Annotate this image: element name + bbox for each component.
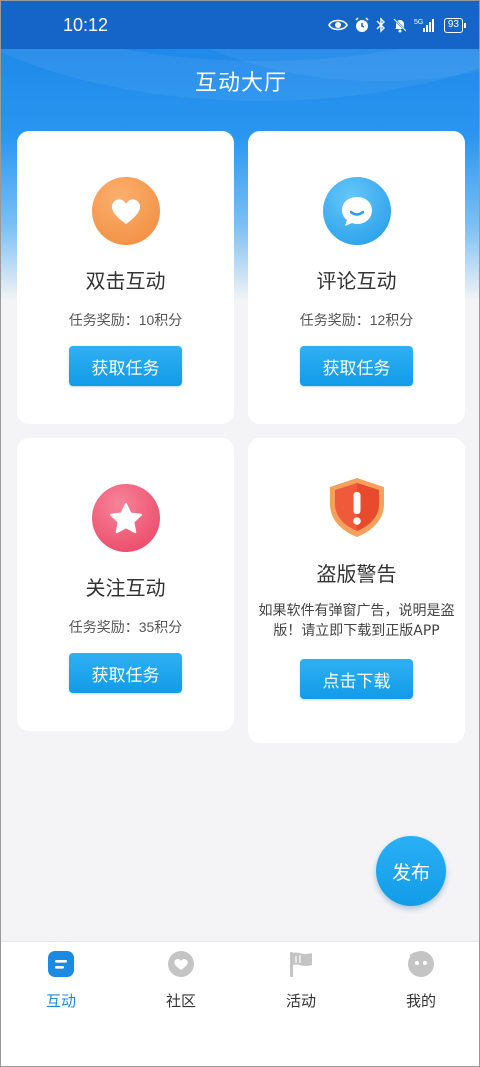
card-title: 评论互动 bbox=[316, 269, 397, 293]
page-title: 互动大厅 bbox=[194, 71, 287, 96]
tab-label: 我的 bbox=[405, 992, 436, 1010]
get-task-button[interactable]: 获取任务 bbox=[69, 653, 182, 693]
chat-bubble-icon bbox=[322, 177, 391, 245]
card-title: 关注互动 bbox=[85, 576, 166, 600]
alarm-icon bbox=[354, 17, 370, 33]
svg-text:5G: 5G bbox=[414, 19, 423, 26]
card-reward: 任务奖励：35积分 bbox=[68, 619, 183, 635]
card-reward: 任务奖励：12积分 bbox=[299, 312, 414, 328]
download-button[interactable]: 点击下载 bbox=[300, 659, 413, 699]
tab-label: 互动 bbox=[45, 992, 76, 1010]
warning-text: 如果软件有弹窗广告，说明是盗版！请立即下载到正版APP bbox=[258, 603, 455, 639]
bluetooth-icon bbox=[376, 17, 386, 33]
app-screen: 10:12 5G 93 互动大厅 双击互动 任务奖励：10积分 获取任务 评论互… bbox=[0, 0, 480, 1067]
star-icon bbox=[91, 484, 160, 552]
signal-icon: 5G bbox=[414, 17, 438, 33]
battery-indicator: 93 bbox=[443, 17, 467, 33]
status-icons: 5G 93 bbox=[327, 17, 467, 33]
piracy-warning-card: 盗版警告 如果软件有弹窗广告，说明是盗版！请立即下载到正版APP 点击下载 bbox=[248, 438, 465, 743]
publish-button[interactable]: 发布 bbox=[376, 836, 446, 906]
warning-title: 盗版警告 bbox=[316, 562, 397, 586]
profile-icon bbox=[407, 950, 435, 982]
interaction-icon bbox=[47, 950, 75, 982]
status-time: 10:12 bbox=[63, 14, 109, 35]
task-card-comment: 评论互动 任务奖励：12积分 获取任务 bbox=[248, 131, 465, 424]
bottom-tab-bar: 互动 社区 活动 我的 bbox=[1, 941, 479, 1066]
get-task-button[interactable]: 获取任务 bbox=[69, 346, 182, 386]
tab-activity[interactable]: 活动 bbox=[241, 942, 361, 1066]
tab-label: 社区 bbox=[165, 992, 196, 1010]
task-card-follow: 关注互动 任务奖励：35积分 获取任务 bbox=[17, 438, 234, 731]
heart-icon bbox=[91, 177, 160, 245]
card-title: 双击互动 bbox=[85, 269, 166, 293]
tab-profile[interactable]: 我的 bbox=[361, 942, 479, 1066]
tab-label: 活动 bbox=[285, 992, 316, 1010]
community-icon bbox=[167, 950, 195, 982]
eye-icon bbox=[327, 18, 348, 32]
mute-bell-icon bbox=[392, 17, 408, 33]
get-task-button[interactable]: 获取任务 bbox=[300, 346, 413, 386]
status-bar: 10:12 5G 93 bbox=[1, 1, 479, 49]
tab-interaction[interactable]: 互动 bbox=[1, 942, 121, 1066]
tab-community[interactable]: 社区 bbox=[121, 942, 241, 1066]
card-reward: 任务奖励：10积分 bbox=[68, 312, 183, 328]
flag-icon bbox=[287, 950, 315, 982]
shield-exclamation-icon bbox=[324, 474, 390, 540]
task-card-double-tap: 双击互动 任务奖励：10积分 获取任务 bbox=[17, 131, 234, 424]
